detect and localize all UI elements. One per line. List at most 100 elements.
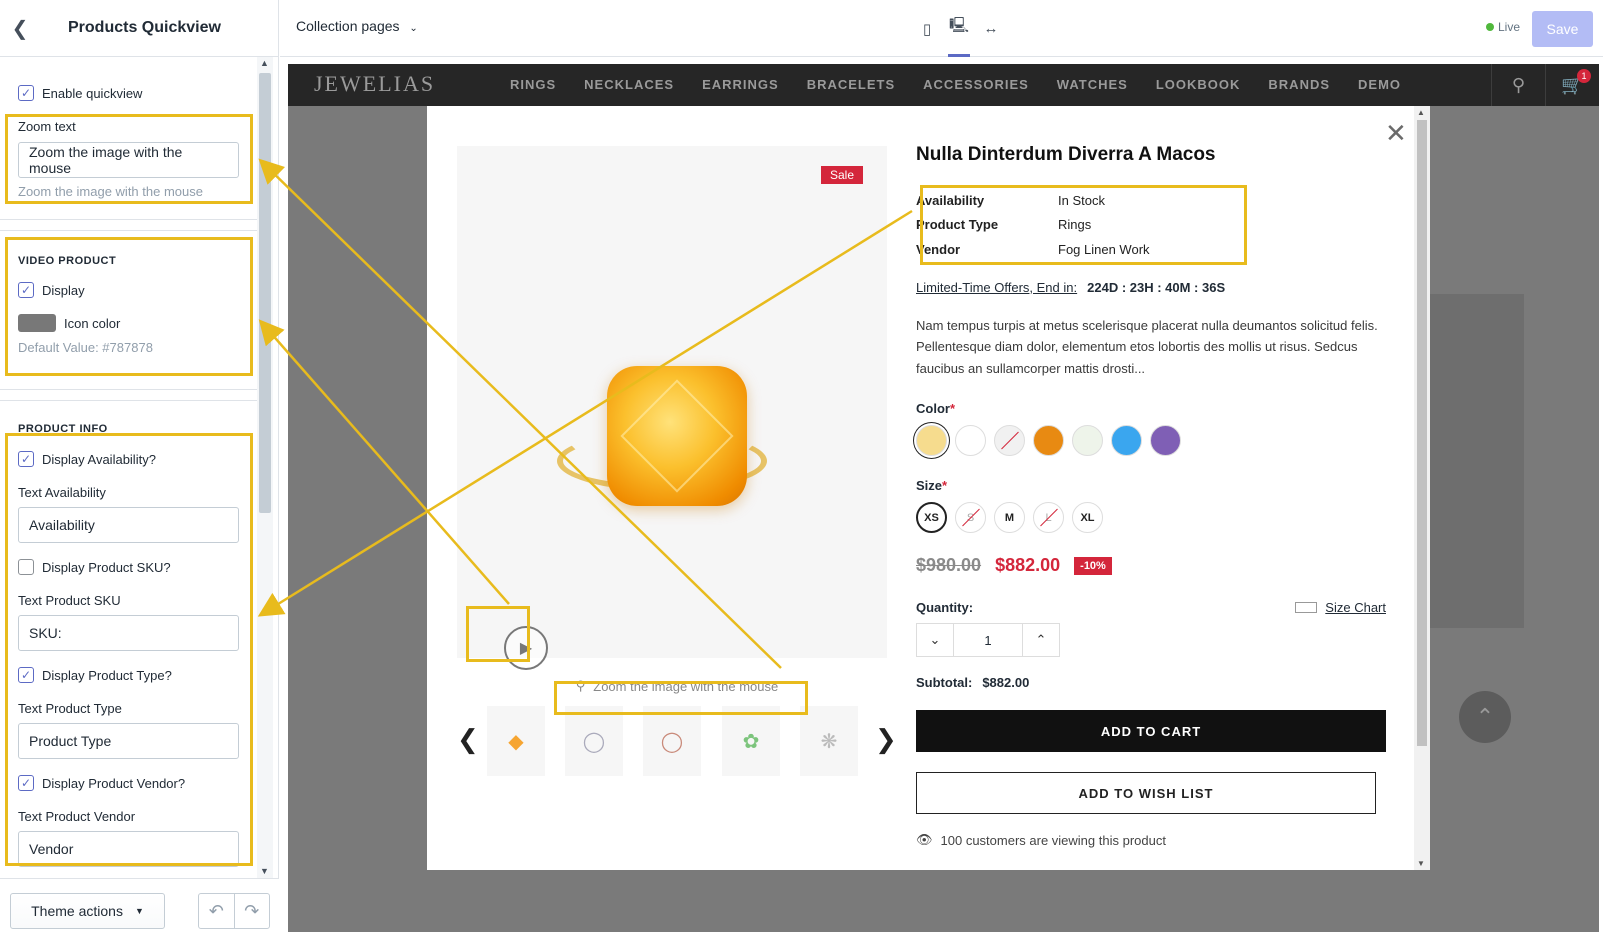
chevron-right-icon[interactable]: ❯ [875, 724, 897, 755]
modal-scrollbar[interactable]: ▲ ▼ [1414, 106, 1430, 870]
sale-badge: Sale [821, 166, 864, 184]
zoom-text-label: Zoom text [18, 119, 76, 134]
display-sku-checkbox[interactable] [18, 559, 34, 575]
text-availability-input[interactable]: Availability [18, 507, 239, 543]
icon-color-row[interactable]: Icon color [18, 314, 239, 332]
text-type-input[interactable]: Product Type [18, 723, 239, 759]
menu-item[interactable]: DEMO [1358, 77, 1401, 92]
color-swatch[interactable] [916, 425, 947, 456]
color-swatch[interactable] [955, 425, 986, 456]
size-option[interactable]: M [994, 502, 1025, 533]
redo-icon[interactable]: ↷ [235, 894, 270, 928]
menu-item[interactable]: NECKLACES [584, 77, 674, 92]
increase-quantity-icon[interactable]: ⌃ [1023, 624, 1059, 656]
sidebar-title: Products Quickview [68, 19, 221, 36]
menu-item[interactable]: EARRINGS [702, 77, 779, 92]
live-dot-icon [1486, 23, 1494, 31]
scroll-down-icon[interactable]: ▼ [1417, 859, 1425, 868]
theme-editor-sidebar: ❮ Products Quickview ✓ Enable quickview … [0, 0, 279, 938]
color-swatch[interactable] [994, 425, 1025, 456]
search-icon[interactable]: ⚲ [1491, 64, 1545, 106]
sidebar-scrollbar[interactable]: ▲ ▼ [257, 57, 273, 878]
display-type-row[interactable]: ✓ Display Product Type? [18, 667, 239, 683]
text-vendor-input[interactable]: Vendor [18, 831, 239, 867]
store-logo[interactable]: JEWELIAS [314, 71, 435, 97]
chevron-left-icon[interactable]: ❮ [457, 724, 479, 755]
display-availability-row[interactable]: ✓ Display Availability? [18, 451, 239, 467]
back-icon[interactable]: ❮ [0, 0, 40, 57]
sidebar-scrollbar-thumb[interactable] [259, 73, 271, 513]
menu-item[interactable]: WATCHES [1057, 77, 1128, 92]
fullscreen-view-icon[interactable]: ↔ [980, 0, 1002, 57]
scroll-down-icon[interactable]: ▼ [260, 866, 269, 876]
thumbnail[interactable]: ◯ [643, 706, 701, 776]
undo-icon[interactable]: ↶ [199, 894, 235, 928]
menu-item[interactable]: BRANDS [1268, 77, 1330, 92]
display-vendor-label: Display Product Vendor? [42, 775, 186, 791]
save-button[interactable]: Save [1532, 11, 1593, 47]
display-vendor-checkbox[interactable]: ✓ [18, 775, 34, 791]
back-to-top-icon[interactable]: ⌃ [1459, 691, 1511, 743]
scroll-up-icon[interactable]: ▲ [1417, 108, 1425, 117]
icon-color-help: Default Value: #787878 [18, 340, 153, 355]
video-display-checkbox[interactable]: ✓ [18, 282, 34, 298]
menu-item[interactable]: BRACELETS [807, 77, 895, 92]
quickview-section: ✓ Enable quickview Zoom text Zoom the im… [0, 57, 257, 220]
size-option[interactable]: XS [916, 502, 947, 533]
size-option[interactable]: XL [1072, 502, 1103, 533]
thumbnail[interactable]: ✿ [722, 706, 780, 776]
enable-quickview-checkbox[interactable]: ✓ [18, 85, 34, 101]
device-switcher: ▯ 🖳 ↔ [916, 0, 1002, 57]
add-to-wishlist-button[interactable]: ADD TO WISH LIST [916, 772, 1376, 814]
play-video-icon[interactable]: ▶ [504, 626, 548, 670]
zoom-hint-text: Zoom the image with the mouse [593, 678, 779, 694]
size-chart-link[interactable]: Size Chart [1295, 600, 1386, 615]
icon-color-label: Icon color [64, 315, 121, 331]
product-info-title: PRODUCT INFO [18, 423, 108, 435]
thumbnail[interactable]: ❋ [800, 706, 858, 776]
scroll-up-icon[interactable]: ▲ [260, 58, 269, 68]
sidebar-scroll-area[interactable]: ✓ Enable quickview Zoom text Zoom the im… [0, 57, 279, 878]
thumbnail[interactable]: ◆ [487, 706, 545, 776]
page-selector[interactable]: Collection pages ⌄ [296, 18, 418, 34]
modal-scrollbar-thumb[interactable] [1417, 120, 1427, 746]
desktop-view-icon[interactable]: 🖳 [948, 0, 970, 57]
add-to-cart-button[interactable]: ADD TO CART [916, 710, 1386, 752]
menu-item[interactable]: RINGS [510, 77, 556, 92]
background-product-card [1424, 294, 1524, 628]
quickview-modal: ✕ ▲ ▼ Sale ▶ ⚲ Zoom the image with the m… [427, 106, 1430, 870]
quantity-input[interactable]: 1 [953, 624, 1023, 656]
video-display-row[interactable]: ✓ Display [18, 282, 239, 298]
page-selector-label: Collection pages [296, 18, 400, 34]
size-option-label: Size* [916, 478, 948, 493]
color-option-label: Color* [916, 401, 956, 416]
decrease-quantity-icon[interactable]: ⌄ [917, 624, 953, 656]
thumbnail[interactable]: ◯ [565, 706, 623, 776]
color-swatch[interactable] [1072, 425, 1103, 456]
text-sku-input[interactable]: SKU: [18, 615, 239, 651]
size-option[interactable]: S [955, 502, 986, 533]
mobile-view-icon[interactable]: ▯ [916, 0, 938, 57]
display-sku-row[interactable]: Display Product SKU? [18, 559, 239, 575]
theme-actions-button[interactable]: Theme actions ▼ [10, 893, 165, 929]
enable-quickview-row[interactable]: ✓ Enable quickview [18, 85, 239, 101]
color-swatch[interactable] [1033, 425, 1064, 456]
video-product-section: VIDEO PRODUCT ✓ Display Icon color Defau… [0, 230, 257, 390]
display-availability-checkbox[interactable]: ✓ [18, 451, 34, 467]
menu-item[interactable]: ACCESSORIES [923, 77, 1029, 92]
cart-icon[interactable]: 🛒 1 [1545, 64, 1599, 106]
icon-color-swatch[interactable] [18, 314, 56, 332]
thumbnail-carousel: ❮ ◆ ◯ ◯ ✿ ❋ ❯ [457, 706, 897, 776]
countdown-timer: Limited-Time Offers, End in: 224D : 23H … [916, 280, 1386, 295]
menu-item[interactable]: LOOKBOOK [1156, 77, 1241, 92]
product-meta: Availability In Stock Product Type Rings V… [916, 188, 1386, 262]
zoom-text-input[interactable]: Zoom the image with the mouse [18, 142, 239, 178]
display-vendor-row[interactable]: ✓ Display Product Vendor? [18, 775, 239, 791]
display-type-checkbox[interactable]: ✓ [18, 667, 34, 683]
editor-topbar: Collection pages ⌄ ▯ 🖳 ↔ Live Save [280, 0, 1603, 57]
product-main-image[interactable]: Sale ▶ [457, 146, 887, 670]
color-swatch[interactable] [1150, 425, 1181, 456]
close-icon[interactable]: ✕ [1385, 118, 1407, 149]
size-option[interactable]: L [1033, 502, 1064, 533]
color-swatch[interactable] [1111, 425, 1142, 456]
